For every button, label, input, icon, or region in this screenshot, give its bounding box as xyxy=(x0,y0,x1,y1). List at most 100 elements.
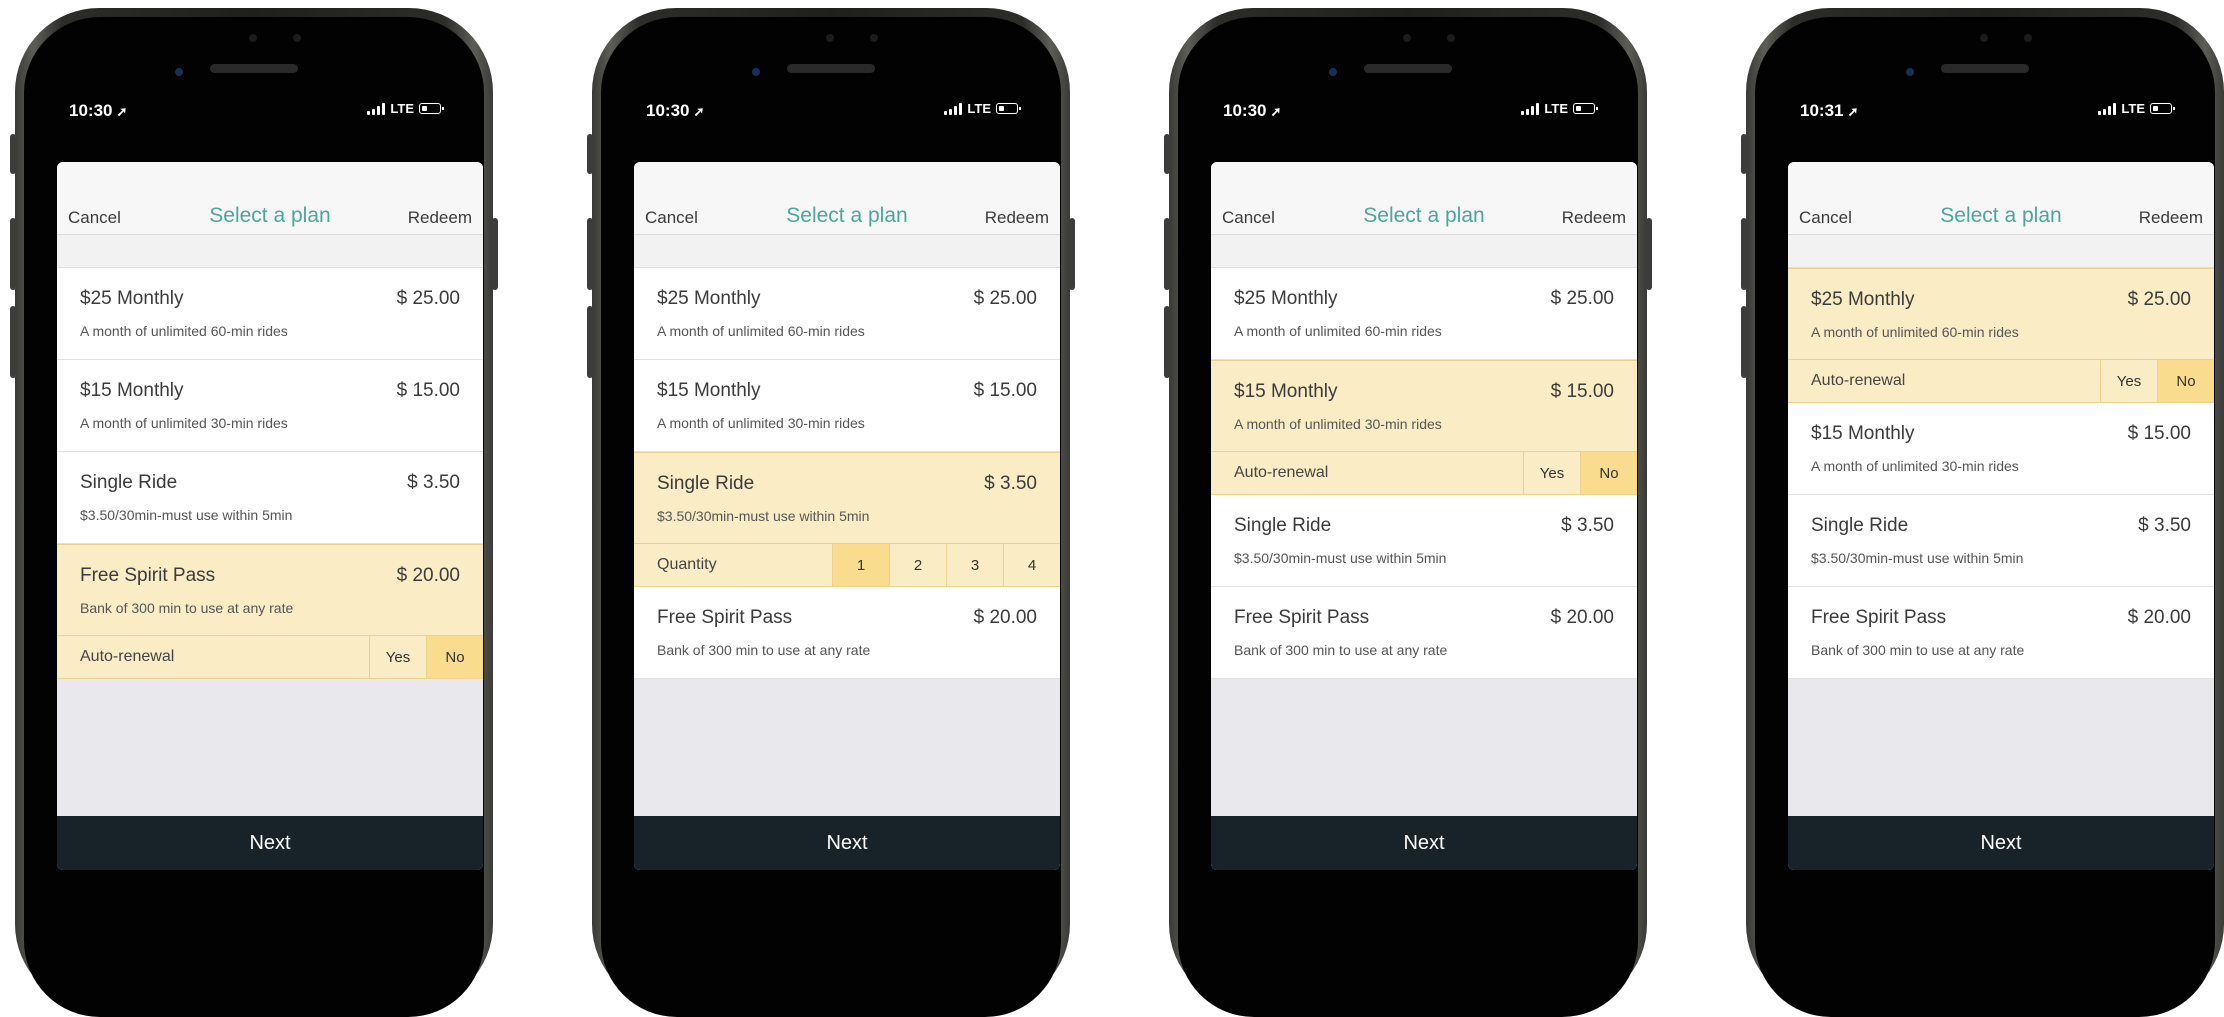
volume-down-button xyxy=(1741,306,1747,378)
plan-name: $15 Monthly xyxy=(1234,381,1338,402)
plan-row[interactable]: $15 Monthly $ 15.00 A month of unlimited 3… xyxy=(57,360,483,452)
plan-row[interactable]: $25 Monthly $ 25.00 A month of unlimited 6… xyxy=(1788,268,2214,360)
auto-renewal-toggle: Auto-renewal Yes No xyxy=(57,636,483,679)
phone-frame: 10:30 ➚ LTE Cancel Select a plan Redeem $… xyxy=(1164,8,1652,1017)
quantity-option-1[interactable]: 1 xyxy=(832,544,889,586)
network-type: LTE xyxy=(967,101,991,116)
plan-row[interactable]: Single Ride $ 3.50 $3.50/30min-must use wi… xyxy=(57,452,483,544)
plan-row[interactable]: Free Spirit Pass $ 20.00 Bank of 300 min t… xyxy=(1211,587,1637,679)
plan-price: $ 25.00 xyxy=(396,288,460,309)
status-time-text: 10:30 xyxy=(69,101,113,120)
status-time: 10:30 ➚ xyxy=(1223,101,1281,121)
plan-name: $25 Monthly xyxy=(1234,288,1338,309)
auto-renewal-no-button[interactable]: No xyxy=(2157,360,2214,402)
plan-list: $25 Monthly $ 25.00 A month of unlimited 6… xyxy=(634,268,1060,679)
plan-row[interactable]: Free Spirit Pass $ 20.00 Bank of 300 min t… xyxy=(57,544,483,636)
sensor-dot xyxy=(2024,34,2032,42)
plan-row[interactable]: Single Ride $ 3.50 $3.50/30min-must use wi… xyxy=(1788,495,2214,587)
auto-renewal-no-button[interactable]: No xyxy=(1580,452,1637,494)
plan-description: $3.50/30min-must use within 5min xyxy=(657,508,870,524)
next-button[interactable]: Next xyxy=(634,816,1060,870)
signal-bars-icon xyxy=(1521,102,1540,115)
next-button[interactable]: Next xyxy=(1211,816,1637,870)
sensor-dot xyxy=(293,34,301,42)
plan-name: Single Ride xyxy=(657,473,755,494)
network-type: LTE xyxy=(2121,101,2145,116)
plan-row[interactable]: Free Spirit Pass $ 20.00 Bank of 300 min t… xyxy=(1788,587,2214,679)
plan-name: $15 Monthly xyxy=(1811,423,1915,444)
quantity-option-2[interactable]: 2 xyxy=(889,544,946,586)
plan-name: Free Spirit Pass xyxy=(80,565,216,586)
auto-renewal-yes-button[interactable]: Yes xyxy=(369,636,426,678)
auto-renewal-yes-button[interactable]: Yes xyxy=(1523,452,1580,494)
quantity-option-4[interactable]: 4 xyxy=(1003,544,1060,586)
plan-price: $ 3.50 xyxy=(2138,515,2191,536)
plan-price: $ 20.00 xyxy=(396,565,460,586)
status-bar: 10:30 ➚ LTE xyxy=(632,92,1030,132)
quantity-selector: Quantity 1 2 3 4 xyxy=(634,544,1060,587)
plan-list: $25 Monthly $ 25.00 A month of unlimited 6… xyxy=(57,268,483,679)
auto-renewal-no-button[interactable]: No xyxy=(426,636,483,678)
plan-row[interactable]: $15 Monthly $ 15.00 A month of unlimited 3… xyxy=(1211,360,1637,452)
plan-price: $ 15.00 xyxy=(2127,423,2191,444)
nav-bar: Cancel Select a plan Redeem xyxy=(1211,162,1637,235)
plan-row[interactable]: $25 Monthly $ 25.00 A month of unlimited 6… xyxy=(634,268,1060,360)
plan-row[interactable]: $15 Monthly $ 15.00 A month of unlimited 3… xyxy=(1788,403,2214,495)
sensor-dot xyxy=(826,34,834,42)
auto-renewal-label: Auto-renewal xyxy=(1234,464,1329,481)
volume-down-button xyxy=(587,306,593,378)
app-screen: Cancel Select a plan Redeem $25 Monthly $… xyxy=(634,162,1060,870)
plan-description: A month of unlimited 60-min rides xyxy=(657,323,865,339)
list-header-spacer xyxy=(1211,235,1637,268)
status-time: 10:30 ➚ xyxy=(646,101,704,121)
redeem-button[interactable]: Redeem xyxy=(1562,208,1626,228)
redeem-button[interactable]: Redeem xyxy=(408,208,472,228)
redeem-button[interactable]: Redeem xyxy=(2139,208,2203,228)
plan-description: Bank of 300 min to use at any rate xyxy=(657,642,871,658)
network-type: LTE xyxy=(390,101,414,116)
volume-up-button xyxy=(587,218,593,290)
sensor-dot xyxy=(249,34,257,42)
list-header-spacer xyxy=(57,235,483,268)
plan-description: A month of unlimited 60-min rides xyxy=(1234,323,1442,339)
plan-name: $25 Monthly xyxy=(1811,289,1915,310)
mute-switch xyxy=(1741,134,1747,174)
plan-row[interactable]: $25 Monthly $ 25.00 A month of unlimited 6… xyxy=(57,268,483,360)
plan-row[interactable]: $25 Monthly $ 25.00 A month of unlimited 6… xyxy=(1211,268,1637,360)
plan-name: $15 Monthly xyxy=(80,380,184,401)
quantity-option-3[interactable]: 3 xyxy=(946,544,1003,586)
plan-description: A month of unlimited 30-min rides xyxy=(1811,458,2019,474)
sensor-dot xyxy=(870,34,878,42)
auto-renewal-label: Auto-renewal xyxy=(80,648,175,665)
plan-description: Bank of 300 min to use at any rate xyxy=(1234,642,1448,658)
auto-renewal-yes-button[interactable]: Yes xyxy=(2100,360,2157,402)
signal-bars-icon xyxy=(944,102,963,115)
plan-description: A month of unlimited 30-min rides xyxy=(80,415,288,431)
next-button[interactable]: Next xyxy=(57,816,483,870)
redeem-button[interactable]: Redeem xyxy=(985,208,1049,228)
sensor-dot xyxy=(1980,34,1988,42)
plan-row[interactable]: Free Spirit Pass $ 20.00 Bank of 300 min t… xyxy=(634,587,1060,679)
status-right: LTE xyxy=(2098,101,2175,116)
status-bar: 10:30 ➚ LTE xyxy=(55,92,453,132)
list-header-spacer xyxy=(1788,235,2214,268)
plan-row[interactable]: Single Ride $ 3.50 $3.50/30min-must use wi… xyxy=(1211,495,1637,587)
location-arrow-icon: ➚ xyxy=(1847,104,1859,119)
app-screen: Cancel Select a plan Redeem $25 Monthly $… xyxy=(57,162,483,870)
volume-down-button xyxy=(10,306,16,378)
plan-description: Bank of 300 min to use at any rate xyxy=(80,600,294,616)
plan-name: Free Spirit Pass xyxy=(657,607,793,628)
earpiece-speaker xyxy=(1364,64,1452,73)
app-screen: Cancel Select a plan Redeem $25 Monthly $… xyxy=(1788,162,2214,870)
plan-row[interactable]: Single Ride $ 3.50 $3.50/30min-must use wi… xyxy=(634,452,1060,544)
plan-list: $25 Monthly $ 25.00 A month of unlimited 6… xyxy=(1788,268,2214,679)
power-button xyxy=(1646,218,1652,290)
earpiece-speaker xyxy=(1941,64,2029,73)
plan-description: $3.50/30min-must use within 5min xyxy=(1234,550,1447,566)
list-header-spacer xyxy=(634,235,1060,268)
nav-bar: Cancel Select a plan Redeem xyxy=(634,162,1060,235)
plan-row[interactable]: $15 Monthly $ 15.00 A month of unlimited 3… xyxy=(634,360,1060,452)
signal-bars-icon xyxy=(367,102,386,115)
next-button[interactable]: Next xyxy=(1788,816,2214,870)
volume-up-button xyxy=(10,218,16,290)
